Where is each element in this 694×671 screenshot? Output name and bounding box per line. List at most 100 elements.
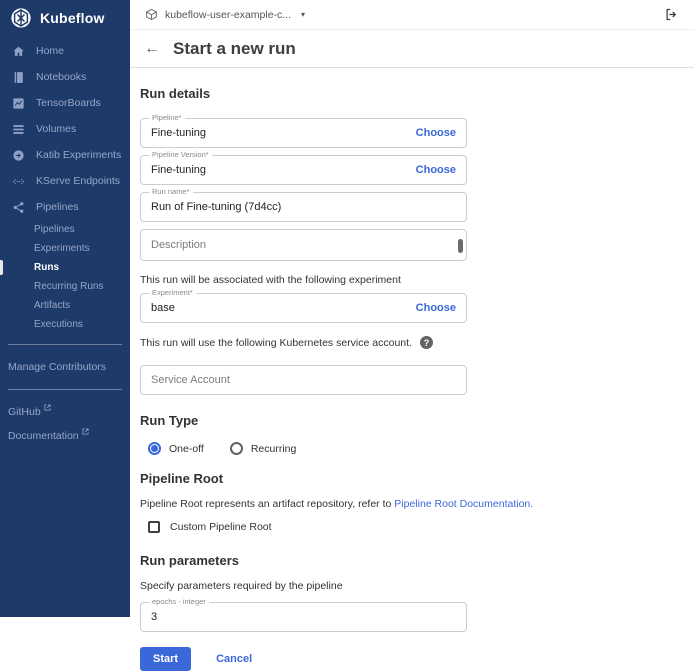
help-icon[interactable]: ? — [419, 336, 433, 349]
sidebar-item-label: Home — [36, 45, 65, 57]
service-account-note-text: This run will use the following Kubernet… — [140, 336, 412, 349]
epochs-input[interactable] — [151, 611, 456, 623]
start-button[interactable]: Start — [140, 647, 192, 671]
textarea-scrollbar-thumb[interactable] — [458, 239, 463, 253]
pipeline-root-doc-link[interactable]: Pipeline Root Documentation. — [394, 498, 533, 510]
github-label: GitHub — [8, 406, 41, 418]
page-header: ← Start a new run — [130, 30, 694, 68]
sidebar-link-github[interactable]: GitHub — [0, 400, 130, 424]
section-heading-pipeline-root: Pipeline Root — [140, 471, 224, 486]
chevron-down-icon: ▾ — [301, 10, 306, 19]
manage-contributors-label: Manage Contributors — [8, 361, 107, 373]
sidebar-divider — [8, 389, 122, 390]
sidebar-item-label: TensorBoards — [36, 97, 101, 109]
experiment-note: This run will be associated with the fol… — [140, 274, 401, 286]
pipeline-version-field-label: Pipeline Version* — [149, 151, 212, 159]
sidebar-link-documentation[interactable]: Documentation — [0, 424, 130, 448]
radio-one-off[interactable]: One-off — [148, 442, 204, 455]
documentation-label: Documentation — [8, 430, 79, 442]
tensorboard-icon — [13, 97, 24, 109]
radio-recurring[interactable]: Recurring — [229, 442, 297, 455]
run-parameters-hint: Specify parameters required by the pipel… — [140, 580, 343, 592]
sidebar-item-label: KServe Endpoints — [36, 175, 121, 187]
run-name-field-label: Run name* — [149, 188, 193, 196]
pipeline-choose-button[interactable]: Choose — [416, 127, 456, 139]
pipelines-icon — [13, 201, 24, 213]
radio-selected-icon — [148, 442, 161, 455]
run-name-input[interactable] — [151, 201, 456, 213]
sidebar-subitem-runs[interactable]: Runs — [0, 258, 130, 277]
subitem-label: Recurring Runs — [34, 281, 104, 292]
custom-pipeline-root-option[interactable]: Custom Pipeline Root — [148, 521, 694, 533]
sidebar: Kubeflow Home Notebooks TensorBoards Vol… — [0, 0, 130, 617]
sidebar-item-kserve-endpoints[interactable]: KServe Endpoints — [0, 168, 130, 194]
epochs-field[interactable]: epochs - integer — [140, 598, 467, 632]
sidebar-item-label: Notebooks — [36, 71, 87, 83]
active-indicator — [0, 260, 3, 275]
pipeline-field[interactable]: Pipeline* Choose — [140, 114, 467, 148]
service-account-input[interactable] — [151, 374, 456, 386]
namespace-value: kubeflow-user-example-c... — [165, 8, 292, 21]
namespace-selector[interactable]: kubeflow-user-example-c... ▾ — [145, 8, 305, 21]
epochs-field-label: epochs - integer — [149, 598, 209, 606]
cancel-button[interactable]: Cancel — [210, 652, 258, 666]
katib-icon — [13, 149, 24, 161]
namespace-cube-icon — [146, 8, 157, 21]
pipeline-input[interactable] — [151, 127, 416, 139]
sidebar-item-volumes[interactable]: Volumes — [0, 116, 130, 142]
sidebar-item-label: Pipelines — [36, 201, 79, 213]
sidebar-subitem-executions[interactable]: Executions — [0, 315, 130, 334]
logout-button[interactable] — [662, 5, 681, 24]
sidebar-divider — [8, 344, 122, 345]
run-name-field[interactable]: Run name* — [140, 188, 467, 222]
logout-icon — [666, 8, 677, 21]
new-run-form: Run details Pipeline* Choose Pipeline Ve… — [130, 68, 694, 671]
sidebar-item-katib-experiments[interactable]: Katib Experiments — [0, 142, 130, 168]
description-field[interactable] — [140, 229, 467, 261]
pipeline-root-description: Pipeline Root represents an artifact rep… — [140, 498, 694, 510]
experiment-field[interactable]: Experiment* Choose — [140, 289, 467, 323]
pipeline-version-input[interactable] — [151, 164, 416, 176]
pipeline-version-choose-button[interactable]: Choose — [416, 164, 456, 176]
subitem-label: Runs — [34, 262, 59, 273]
sidebar-item-pipelines[interactable]: Pipelines — [0, 194, 130, 220]
description-input[interactable] — [151, 239, 456, 251]
checkbox-unchecked-icon[interactable] — [148, 521, 160, 533]
pipeline-version-field[interactable]: Pipeline Version* Choose — [140, 151, 467, 185]
experiment-choose-button[interactable]: Choose — [416, 302, 456, 314]
section-heading-run-details: Run details — [140, 86, 211, 101]
back-button[interactable]: ← — [144, 40, 160, 58]
pipeline-root-text: Pipeline Root represents an artifact rep… — [140, 498, 395, 510]
sidebar-item-manage-contributors[interactable]: Manage Contributors — [0, 355, 130, 379]
service-account-field[interactable] — [140, 365, 467, 395]
sidebar-subitem-experiments[interactable]: Experiments — [0, 239, 130, 258]
sidebar-subitem-recurring-runs[interactable]: Recurring Runs — [0, 277, 130, 296]
experiment-field-label: Experiment* — [149, 289, 196, 297]
sidebar-subitem-artifacts[interactable]: Artifacts — [0, 296, 130, 315]
kubeflow-logo-icon — [10, 7, 32, 29]
sidebar-item-home[interactable]: Home — [0, 38, 130, 64]
sidebar-item-notebooks[interactable]: Notebooks — [0, 64, 130, 90]
kubeflow-brand[interactable]: Kubeflow — [0, 0, 130, 38]
home-icon — [13, 46, 24, 56]
form-actions: Start Cancel — [140, 647, 694, 671]
service-account-note: This run will use the following Kubernet… — [140, 336, 467, 349]
section-heading-run-parameters: Run parameters — [140, 553, 239, 568]
radio-label: Recurring — [250, 442, 297, 455]
brand-name: Kubeflow — [40, 10, 105, 26]
section-heading-run-type: Run Type — [140, 413, 199, 428]
sidebar-subitem-pipelines[interactable]: Pipelines — [0, 220, 130, 239]
subitem-label: Executions — [34, 319, 83, 330]
subitem-label: Experiments — [34, 243, 90, 254]
subitem-label: Pipelines — [34, 224, 75, 235]
subitem-label: Artifacts — [34, 300, 71, 311]
sidebar-item-tensorboards[interactable]: TensorBoards — [0, 90, 130, 116]
notebook-icon — [14, 71, 23, 83]
experiment-input[interactable] — [151, 302, 416, 314]
external-link-icon — [82, 428, 89, 435]
run-type-radio-group: One-off Recurring — [148, 442, 694, 455]
sidebar-item-label: Katib Experiments — [36, 149, 122, 161]
page-title: Start a new run — [173, 38, 296, 58]
external-link-icon — [44, 404, 51, 411]
radio-unselected-icon — [229, 442, 243, 455]
